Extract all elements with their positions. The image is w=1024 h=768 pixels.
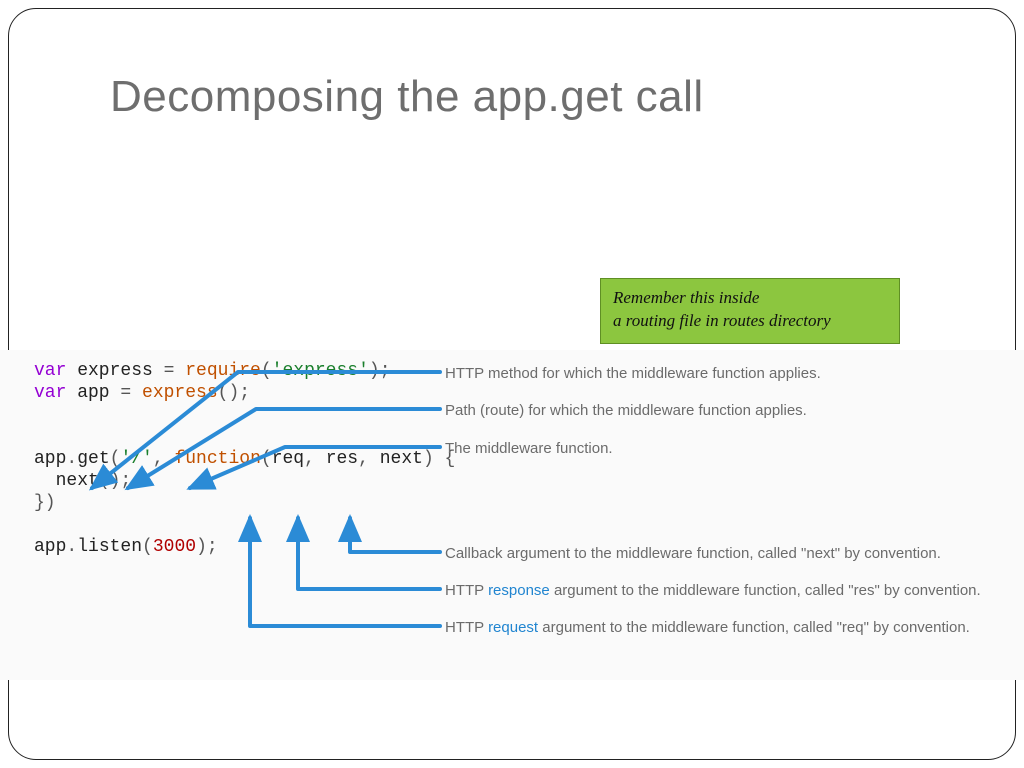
id-res: res — [326, 449, 358, 469]
kw-var1: var — [34, 361, 66, 381]
label-middleware: The middleware function. — [445, 440, 613, 457]
label-req-post: argument to the middleware function, cal… — [538, 619, 970, 636]
reminder-line2: a routing file in routes directory — [613, 310, 887, 333]
label-next: Callback argument to the middleware func… — [445, 545, 941, 562]
link-response[interactable]: response — [488, 582, 550, 599]
slide-title: Decomposing the app.get call — [110, 72, 704, 122]
reminder-line1: Remember this inside — [613, 287, 887, 310]
reminder-callout: Remember this inside a routing file in r… — [600, 278, 900, 344]
link-request[interactable]: request — [488, 619, 538, 636]
kw-function: function — [174, 449, 260, 469]
id-next: next — [380, 449, 423, 469]
slide: Decomposing the app.get call Remember th… — [0, 0, 1024, 768]
fn-express-call: express — [142, 383, 218, 403]
id-app: app — [66, 383, 120, 403]
label-method: HTTP method for which the middleware fun… — [445, 365, 821, 382]
label-res-post: argument to the middleware function, cal… — [550, 582, 981, 599]
id-express: express — [66, 361, 163, 381]
label-req: HTTP request argument to the middleware … — [445, 619, 970, 636]
code-block: var express = require('express'); var ap… — [34, 360, 455, 558]
code-diagram: var express = require('express'); var ap… — [0, 350, 1024, 680]
label-res-pre: HTTP — [445, 582, 488, 599]
label-req-pre: HTTP — [445, 619, 488, 636]
id-req: req — [272, 449, 304, 469]
fn-require: require — [185, 361, 261, 381]
num-port: 3000 — [153, 537, 196, 557]
id-app2: app — [34, 449, 66, 469]
id-next-call: next — [56, 471, 99, 491]
str-path: '/' — [120, 449, 152, 469]
str-express: 'express' — [272, 361, 369, 381]
label-res: HTTP response argument to the middleware… — [445, 582, 981, 599]
id-get: get — [77, 449, 109, 469]
label-path: Path (route) for which the middleware fu… — [445, 402, 807, 419]
id-listen: listen — [77, 537, 142, 557]
kw-var2: var — [34, 383, 66, 403]
id-app3: app — [34, 537, 66, 557]
